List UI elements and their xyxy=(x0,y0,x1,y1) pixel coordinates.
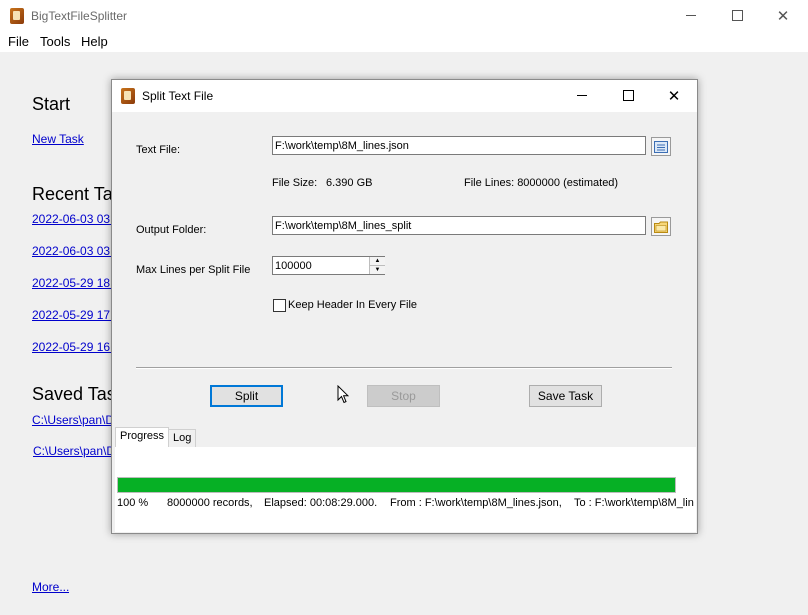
more-link[interactable]: More... xyxy=(32,580,69,594)
progress-panel: 100 % 8000000 records, Elapsed: 00:08:29… xyxy=(115,447,696,532)
progress-bar-fill xyxy=(118,478,675,492)
progress-bar xyxy=(117,477,676,493)
menu-file[interactable]: File xyxy=(8,34,29,49)
menu-tools[interactable]: Tools xyxy=(40,34,70,49)
file-size-label: File Size: xyxy=(272,177,318,189)
close-icon: ✕ xyxy=(776,7,790,25)
new-task-link[interactable]: New Task xyxy=(32,132,84,146)
dialog-maximize-button[interactable] xyxy=(605,80,651,111)
status-to: To : F:\work\temp\8M_lin xyxy=(574,497,694,509)
main-window-title: BigTextFileSplitter xyxy=(31,9,128,23)
split-text-file-dialog: Split Text File ✕ Text File: F:\work\tem… xyxy=(111,79,698,534)
output-folder-label: Output Folder: xyxy=(136,224,207,236)
browse-folder-icon xyxy=(654,221,668,233)
recent-task-link[interactable]: 2022-06-03 03:2 xyxy=(32,244,120,258)
menu-help[interactable]: Help xyxy=(81,34,108,49)
keep-header-checkbox[interactable] xyxy=(273,299,286,312)
status-from: From : F:\work\temp\8M_lines.json, xyxy=(390,497,562,509)
close-button[interactable]: ✕ xyxy=(760,0,806,31)
mouse-cursor-icon xyxy=(337,385,349,404)
minimize-icon xyxy=(577,95,587,96)
output-folder-input[interactable]: F:\work\temp\8M_lines_split xyxy=(272,216,646,235)
dialog-close-button[interactable]: ✕ xyxy=(651,80,697,111)
tab-progress[interactable]: Progress xyxy=(115,427,170,448)
minimize-button[interactable] xyxy=(668,0,714,31)
browse-file-icon xyxy=(654,140,668,153)
maximize-icon xyxy=(731,10,743,21)
saved-task-link[interactable]: C:\Users\pan\D xyxy=(32,413,114,427)
save-task-button[interactable]: Save Task xyxy=(529,385,602,407)
status-records: 8000000 records, xyxy=(167,497,253,509)
browse-file-button[interactable] xyxy=(651,137,671,156)
keep-header-label: Keep Header In Every File xyxy=(288,299,418,311)
max-lines-stepper[interactable]: ▲ ▼ xyxy=(369,257,385,274)
stop-button[interactable]: Stop xyxy=(367,385,440,407)
start-heading: Start xyxy=(32,94,71,114)
file-lines-text: File Lines: 8000000 (estimated) xyxy=(464,177,619,189)
spin-up-icon[interactable]: ▲ xyxy=(370,257,385,266)
minimize-icon xyxy=(686,15,696,16)
separator xyxy=(136,367,672,369)
status-elapsed: Elapsed: 00:08:29.000. xyxy=(264,497,378,509)
app-icon xyxy=(10,8,24,24)
maximize-icon xyxy=(622,90,634,101)
recent-task-link[interactable]: 2022-06-03 03:2 xyxy=(32,212,120,226)
dialog-title-bar: Split Text File ✕ xyxy=(112,80,697,112)
text-file-input[interactable]: F:\work\temp\8M_lines.json xyxy=(272,136,646,155)
saved-task-link[interactable]: C:\Users\pan\D xyxy=(33,444,115,458)
status-percent: 100 % xyxy=(117,497,149,509)
recent-task-link[interactable]: 2022-05-29 16:5 xyxy=(32,340,120,354)
close-icon: ✕ xyxy=(667,87,681,105)
tab-log[interactable]: Log xyxy=(168,429,197,449)
text-file-label: Text File: xyxy=(136,144,181,156)
file-size-value: 6.390 GB xyxy=(326,177,373,189)
dialog-minimize-button[interactable] xyxy=(559,80,605,111)
split-button[interactable]: Split xyxy=(210,385,283,407)
dialog-title: Split Text File xyxy=(142,89,214,103)
recent-task-link[interactable]: 2022-05-29 18:2 xyxy=(32,276,120,290)
maximize-button[interactable] xyxy=(714,0,760,31)
menu-bar: File Tools Help xyxy=(0,32,808,52)
max-lines-label: Max Lines per Split File xyxy=(136,264,251,276)
browse-folder-button[interactable] xyxy=(651,217,671,236)
main-title-bar: BigTextFileSplitter ✕ xyxy=(0,0,808,32)
app-icon xyxy=(121,88,135,104)
spin-down-icon[interactable]: ▼ xyxy=(370,266,385,274)
recent-task-link[interactable]: 2022-05-29 17:5 xyxy=(32,308,120,322)
